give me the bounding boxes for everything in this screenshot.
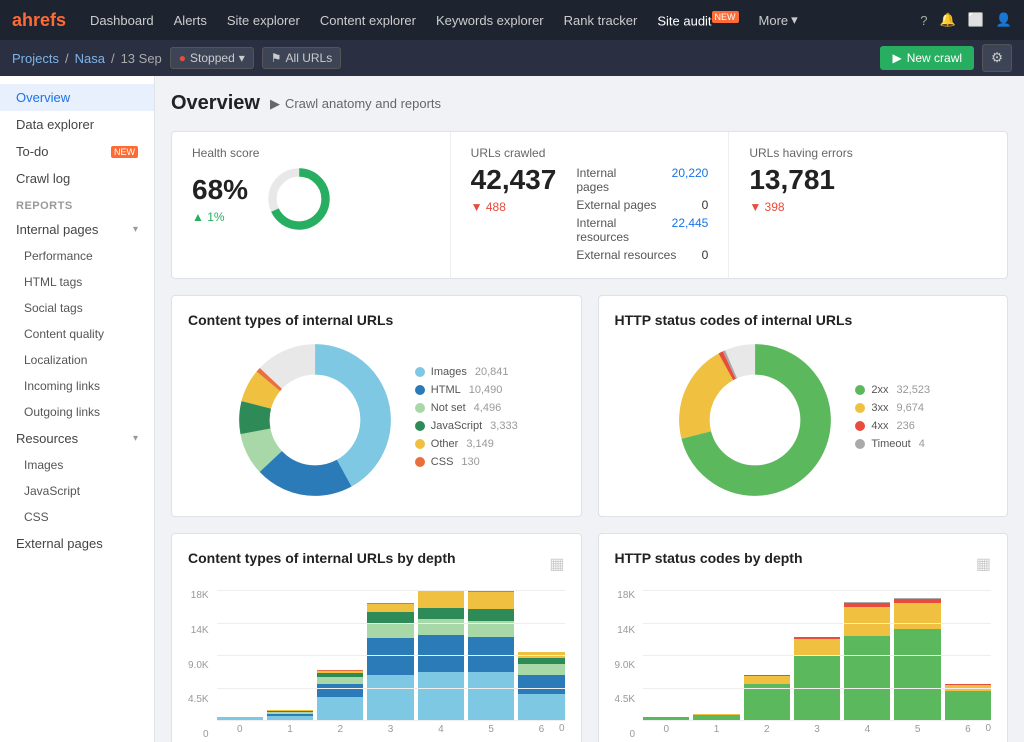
x-axis-labels-2: 0 1 2 3 4 5 6 xyxy=(643,724,991,735)
sidebar-item-resources[interactable]: Resources ▾ xyxy=(0,425,154,452)
bar-chart-area-1: 0 1 2 3 4 5 6 0 xyxy=(217,590,565,740)
urls-crawled-block: URLs crawled 42,437 ▼ 488 Internal pages… xyxy=(451,132,730,278)
sidebar-section-reports: REPORTS xyxy=(0,192,154,216)
content-types-donut xyxy=(235,340,395,500)
urls-errors-change: ▼ 398 xyxy=(749,200,987,214)
content-types-bar-title: Content types of internal URLs by depth xyxy=(188,550,456,566)
breadcrumb-nasa[interactable]: Nasa xyxy=(75,51,105,66)
pie-charts-row: Content types of internal URLs xyxy=(171,295,1008,517)
stats-row: Health score 68% ▲ 1% URLs c xyxy=(171,131,1008,279)
notifications-icon[interactable]: 🔔 xyxy=(939,12,955,28)
nav-rank-tracker[interactable]: Rank tracker xyxy=(556,9,646,32)
urls-crawled-label: URLs crawled xyxy=(471,146,709,160)
url-stats-breakdown: Internal pages 20,220 External pages 0 I… xyxy=(576,164,708,264)
filter-urls-button[interactable]: ⚑ All URLs xyxy=(262,47,341,69)
nav-site-audit[interactable]: Site auditNEW xyxy=(649,8,746,32)
page-title: Overview xyxy=(171,92,260,115)
sidebar-item-crawl-log[interactable]: Crawl log xyxy=(0,165,154,192)
health-score-label: Health score xyxy=(192,146,430,160)
nav-icons: ? 🔔 ⬜ 👤 xyxy=(920,12,1012,28)
sidebar-item-localization[interactable]: Localization xyxy=(0,347,154,373)
play-icon: ▶ xyxy=(270,96,280,112)
content-types-bar-card: Content types of internal URLs by depth … xyxy=(171,533,582,742)
http-status-pie-title: HTTP status codes of internal URLs xyxy=(615,312,992,328)
sidebar-item-external-pages[interactable]: External pages xyxy=(0,530,154,557)
urls-errors-value: 13,781 xyxy=(749,164,987,196)
main-content: Overview ▶ Crawl anatomy and reports Hea… xyxy=(155,76,1024,742)
health-score-block: Health score 68% ▲ 1% xyxy=(172,132,451,278)
content-types-legend: Images20,841 HTML10,490 Not set4,496 Jav… xyxy=(415,366,518,474)
sidebar-item-todo[interactable]: To-do NEW xyxy=(0,138,154,165)
logo: ahrefs xyxy=(12,10,66,31)
sidebar-item-css[interactable]: CSS xyxy=(0,504,154,530)
health-score-donut xyxy=(264,164,334,234)
crawl-status-badge[interactable]: ● Stopped ▾ xyxy=(170,47,254,69)
sidebar-item-social-tags[interactable]: Social tags xyxy=(0,295,154,321)
bar-chart-area-2: 0 1 2 3 4 5 6 0 xyxy=(643,590,991,740)
y-axis-labels-2: 18K14K9.0K4.5K0 xyxy=(615,590,640,740)
sidebar-item-overview[interactable]: Overview xyxy=(0,84,154,111)
sidebar: Overview Data explorer To-do NEW Crawl l… xyxy=(0,76,155,742)
nav-content-explorer[interactable]: Content explorer xyxy=(312,9,424,32)
breadcrumb: Projects / Nasa / 13 Sep xyxy=(12,51,162,66)
content-types-pie-title: Content types of internal URLs xyxy=(188,312,565,328)
bar-charts-row: Content types of internal URLs by depth … xyxy=(171,533,1008,742)
sidebar-item-outgoing-links[interactable]: Outgoing links xyxy=(0,399,154,425)
health-score-change: ▲ 1% xyxy=(192,210,248,224)
breadcrumb-projects[interactable]: Projects xyxy=(12,51,59,66)
content-types-pie-card: Content types of internal URLs xyxy=(171,295,582,517)
urls-errors-block: URLs having errors 13,781 ▼ 398 xyxy=(729,132,1007,278)
sidebar-item-incoming-links[interactable]: Incoming links xyxy=(0,373,154,399)
http-status-legend: 2xx32,523 3xx9,674 4xx236 Timeout4 xyxy=(855,384,930,456)
breadcrumb-date: 13 Sep xyxy=(121,51,162,66)
bar-chart-icon-2: ▦ xyxy=(976,554,991,574)
sidebar-item-internal-pages[interactable]: Internal pages ▾ xyxy=(0,216,154,243)
sidebar-item-javascript[interactable]: JavaScript xyxy=(0,478,154,504)
sidebar-item-content-quality[interactable]: Content quality xyxy=(0,321,154,347)
urls-errors-label: URLs having errors xyxy=(749,146,987,160)
crawl-settings-button[interactable]: ⚙ xyxy=(982,44,1012,72)
page-header: Overview ▶ Crawl anatomy and reports xyxy=(171,92,1008,115)
urls-crawled-value: 42,437 xyxy=(471,164,557,196)
bar-chart-icon-1: ▦ xyxy=(549,554,564,574)
sidebar-item-data-explorer[interactable]: Data explorer xyxy=(0,111,154,138)
sidebar-item-images[interactable]: Images xyxy=(0,452,154,478)
sidebar-item-html-tags[interactable]: HTML tags xyxy=(0,269,154,295)
user-icon[interactable]: 👤 xyxy=(996,12,1012,28)
health-score-value: 68% xyxy=(192,174,248,206)
sidebar-item-performance[interactable]: Performance xyxy=(0,243,154,269)
help-icon[interactable]: ? xyxy=(920,13,927,28)
nav-site-explorer[interactable]: Site explorer xyxy=(219,9,308,32)
nav-dashboard[interactable]: Dashboard xyxy=(82,9,162,32)
nav-alerts[interactable]: Alerts xyxy=(166,9,215,32)
sub-navigation: Projects / Nasa / 13 Sep ● Stopped ▾ ⚑ A… xyxy=(0,40,1024,76)
nav-keywords-explorer[interactable]: Keywords explorer xyxy=(428,9,552,32)
y-axis-labels-1: 18K14K9.0K4.5K0 xyxy=(188,590,213,740)
http-status-pie-card: HTTP status codes of internal URLs xyxy=(598,295,1009,517)
x-axis-labels-1: 0 1 2 3 4 5 6 xyxy=(217,724,565,735)
page-subtitle: ▶ Crawl anatomy and reports xyxy=(270,96,441,112)
nav-more[interactable]: More ▾ xyxy=(751,8,806,32)
screen-icon[interactable]: ⬜ xyxy=(968,12,984,28)
urls-crawled-change: ▼ 488 xyxy=(471,200,557,214)
http-status-donut xyxy=(675,340,835,500)
top-navigation: ahrefs Dashboard Alerts Site explorer Co… xyxy=(0,0,1024,40)
new-crawl-button[interactable]: ▶ New crawl xyxy=(880,46,974,70)
http-status-bar-card: HTTP status codes by depth ▦ 18K14K9.0K4… xyxy=(598,533,1009,742)
http-status-bar-title: HTTP status codes by depth xyxy=(615,550,803,566)
